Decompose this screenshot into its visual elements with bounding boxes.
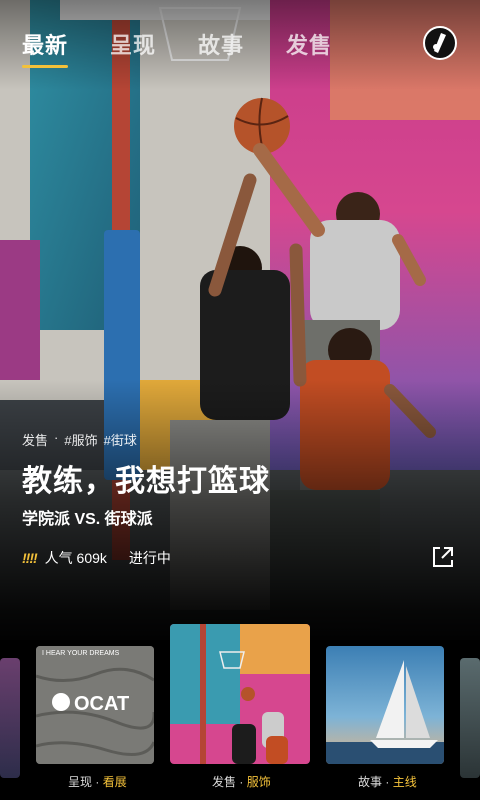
card-category: 发售 — [212, 775, 237, 789]
card-artwork — [326, 646, 444, 764]
top-tab-bar: 最新 呈现 故事 发售 — [22, 28, 332, 68]
card-artwork — [170, 624, 310, 764]
carousel-card-exhibition[interactable]: OCAT I HEAR YOUR DREAMS — [36, 646, 154, 764]
card-category: 呈现 — [68, 775, 93, 789]
card-carousel[interactable]: OCAT I HEAR YOUR DREAMS 呈现 · 看展 发售 · 服饰 — [0, 620, 480, 800]
hero-subtitle: 学院派 VS. 街球派 — [22, 511, 153, 528]
card-category: 故事 — [358, 775, 383, 789]
share-icon[interactable] — [430, 544, 456, 570]
tab-latest[interactable]: 最新 — [22, 28, 69, 68]
card-separator: · — [382, 775, 393, 789]
carousel-card-apparel[interactable] — [170, 624, 310, 764]
card-art-caption: I HEAR YOUR DREAMS — [42, 650, 120, 657]
tag-separator: · — [54, 430, 59, 445]
card-label-story: 故事 · 主线 — [358, 773, 417, 790]
tag-streetball[interactable]: #街球 — [104, 430, 137, 449]
profile-logo-button[interactable] — [423, 26, 457, 60]
status-badge: 进行中 — [128, 550, 171, 566]
hero-title[interactable]: 教练，我想打篮球 — [22, 456, 270, 500]
carousel-card-partial-left[interactable] — [0, 658, 20, 778]
hot-icon: !!!! — [22, 550, 38, 566]
carousel-card-story[interactable] — [326, 646, 444, 764]
card-separator: · — [92, 775, 103, 789]
card-name: 主线 — [392, 775, 417, 789]
tab-release[interactable]: 发售 — [286, 28, 332, 60]
card-label-exhibition: 呈现 · 看展 — [68, 773, 127, 790]
tag-category[interactable]: 发售 — [22, 430, 48, 449]
carousel-card-partial-right[interactable] — [460, 658, 480, 778]
card-separator: · — [236, 775, 247, 789]
card-label-apparel: 发售 · 服饰 — [212, 773, 271, 790]
tab-stories[interactable]: 故事 — [198, 28, 244, 60]
tag-apparel[interactable]: #服饰 — [64, 430, 97, 449]
card-name: 服饰 — [246, 775, 271, 789]
brand-logo-icon — [433, 33, 446, 53]
tab-presentation[interactable]: 呈现 — [110, 28, 156, 60]
card-name: 看展 — [102, 775, 127, 789]
card-art-logo: OCAT — [74, 693, 129, 715]
popularity-count: 人气 609k — [44, 550, 107, 566]
card-artwork: OCAT — [36, 646, 154, 764]
hero-tags: 发售 · #服饰 #街球 — [22, 430, 137, 449]
hero-image[interactable] — [0, 0, 480, 640]
hero-stats: !!!! 人气 609k 进行中 — [22, 548, 171, 568]
